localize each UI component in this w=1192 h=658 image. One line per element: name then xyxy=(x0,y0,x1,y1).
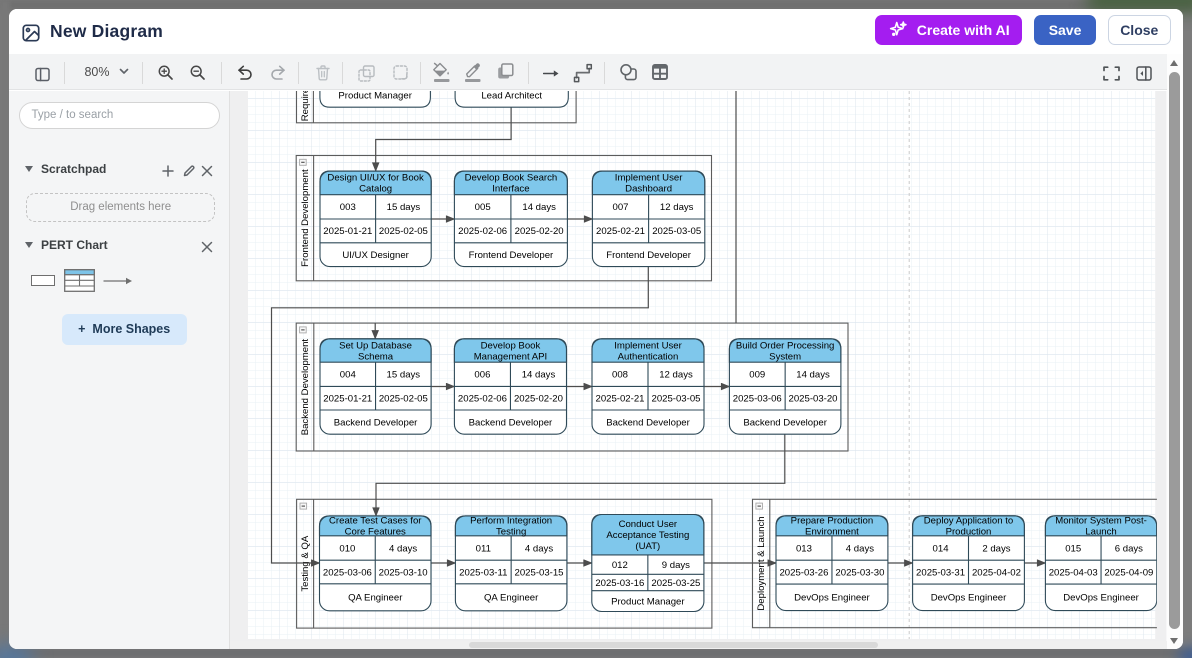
svg-text:12 days: 12 days xyxy=(660,202,694,213)
svg-text:2025-03-20: 2025-03-20 xyxy=(789,393,838,404)
svg-text:2025-01-21: 2025-01-21 xyxy=(323,226,372,237)
svg-text:013: 013 xyxy=(796,543,812,554)
svg-text:015: 015 xyxy=(1065,543,1081,554)
svg-text:15 days: 15 days xyxy=(387,369,421,380)
svg-text:2025-03-10: 2025-03-10 xyxy=(379,567,428,578)
svg-text:2025-02-05: 2025-02-05 xyxy=(379,226,428,237)
svg-text:Product Manager: Product Manager xyxy=(338,91,412,101)
svg-text:2025-03-31: 2025-03-31 xyxy=(916,567,965,578)
svg-text:2025-01-21: 2025-01-21 xyxy=(323,393,372,404)
svg-text:Requirements & Planning: Requirements & Planning xyxy=(300,91,311,121)
svg-text:007: 007 xyxy=(613,202,629,213)
svg-text:014: 014 xyxy=(933,543,950,554)
svg-text:Product Manager: Product Manager xyxy=(611,596,685,607)
svg-text:2 days: 2 days xyxy=(982,543,1010,554)
svg-text:Backend Development: Backend Development xyxy=(300,338,311,435)
svg-text:14 days: 14 days xyxy=(796,369,830,380)
svg-text:2025-03-06: 2025-03-06 xyxy=(323,567,372,578)
svg-text:2025-02-06: 2025-02-06 xyxy=(458,226,507,237)
svg-text:2025-03-15: 2025-03-15 xyxy=(515,567,564,578)
svg-text:Backend Developer: Backend Developer xyxy=(334,417,418,428)
svg-text:DevOps Engineer: DevOps Engineer xyxy=(1063,592,1139,603)
svg-text:6 days: 6 days xyxy=(1115,543,1143,554)
svg-text:Frontend Developer: Frontend Developer xyxy=(469,249,554,260)
svg-text:DevOps Engineer: DevOps Engineer xyxy=(931,592,1007,603)
svg-text:2025-02-21: 2025-02-21 xyxy=(596,393,645,404)
svg-text:2025-02-20: 2025-02-20 xyxy=(514,393,563,404)
svg-text:Frontend Development: Frontend Development xyxy=(300,169,311,267)
svg-text:Implement UserAuthentication: Implement UserAuthentication xyxy=(614,340,682,362)
svg-text:2025-03-05: 2025-03-05 xyxy=(652,393,701,404)
svg-text:004: 004 xyxy=(340,369,357,380)
svg-text:2025-03-06: 2025-03-06 xyxy=(733,393,782,404)
svg-text:DevOps Engineer: DevOps Engineer xyxy=(794,592,870,603)
svg-text:2025-03-26: 2025-03-26 xyxy=(779,567,828,578)
svg-text:14 days: 14 days xyxy=(522,202,556,213)
svg-text:4 days: 4 days xyxy=(389,543,417,554)
svg-text:2025-02-20: 2025-02-20 xyxy=(515,226,564,237)
svg-text:14 days: 14 days xyxy=(522,369,556,380)
svg-text:15 days: 15 days xyxy=(387,202,421,213)
svg-text:2025-03-25: 2025-03-25 xyxy=(651,577,700,588)
svg-text:UI/UX Designer: UI/UX Designer xyxy=(342,249,409,260)
svg-text:2025-03-16: 2025-03-16 xyxy=(595,577,644,588)
svg-text:QA Engineer: QA Engineer xyxy=(484,592,539,603)
svg-text:009: 009 xyxy=(749,369,765,380)
svg-text:003: 003 xyxy=(340,202,356,213)
svg-text:4 days: 4 days xyxy=(846,543,874,554)
svg-text:2025-04-02: 2025-04-02 xyxy=(972,567,1021,578)
svg-text:2025-03-30: 2025-03-30 xyxy=(835,567,884,578)
svg-text:2025-03-05: 2025-03-05 xyxy=(652,226,701,237)
svg-text:Backend Developer: Backend Developer xyxy=(743,417,827,428)
svg-text:2025-04-09: 2025-04-09 xyxy=(1104,567,1153,578)
svg-text:4 days: 4 days xyxy=(525,543,553,554)
svg-text:Develop BookManagement API: Develop BookManagement API xyxy=(474,340,547,362)
svg-text:2025-02-06: 2025-02-06 xyxy=(458,393,507,404)
svg-text:010: 010 xyxy=(339,543,355,554)
svg-text:Lead Architect: Lead Architect xyxy=(481,91,542,101)
svg-text:2025-04-03: 2025-04-03 xyxy=(1049,567,1098,578)
svg-text:Backend Developer: Backend Developer xyxy=(606,417,690,428)
svg-text:006: 006 xyxy=(474,369,490,380)
svg-text:2025-02-21: 2025-02-21 xyxy=(596,226,645,237)
svg-text:2025-03-11: 2025-03-11 xyxy=(459,567,507,578)
svg-text:QA Engineer: QA Engineer xyxy=(348,592,403,603)
svg-text:008: 008 xyxy=(612,369,628,380)
svg-text:Frontend Developer: Frontend Developer xyxy=(606,249,691,260)
svg-text:2025-02-05: 2025-02-05 xyxy=(379,393,428,404)
svg-text:9 days: 9 days xyxy=(662,559,690,570)
svg-text:Backend Developer: Backend Developer xyxy=(469,417,553,428)
svg-text:011: 011 xyxy=(476,543,491,554)
svg-text:12 days: 12 days xyxy=(659,369,693,380)
svg-text:012: 012 xyxy=(612,559,628,570)
svg-text:005: 005 xyxy=(475,202,491,213)
